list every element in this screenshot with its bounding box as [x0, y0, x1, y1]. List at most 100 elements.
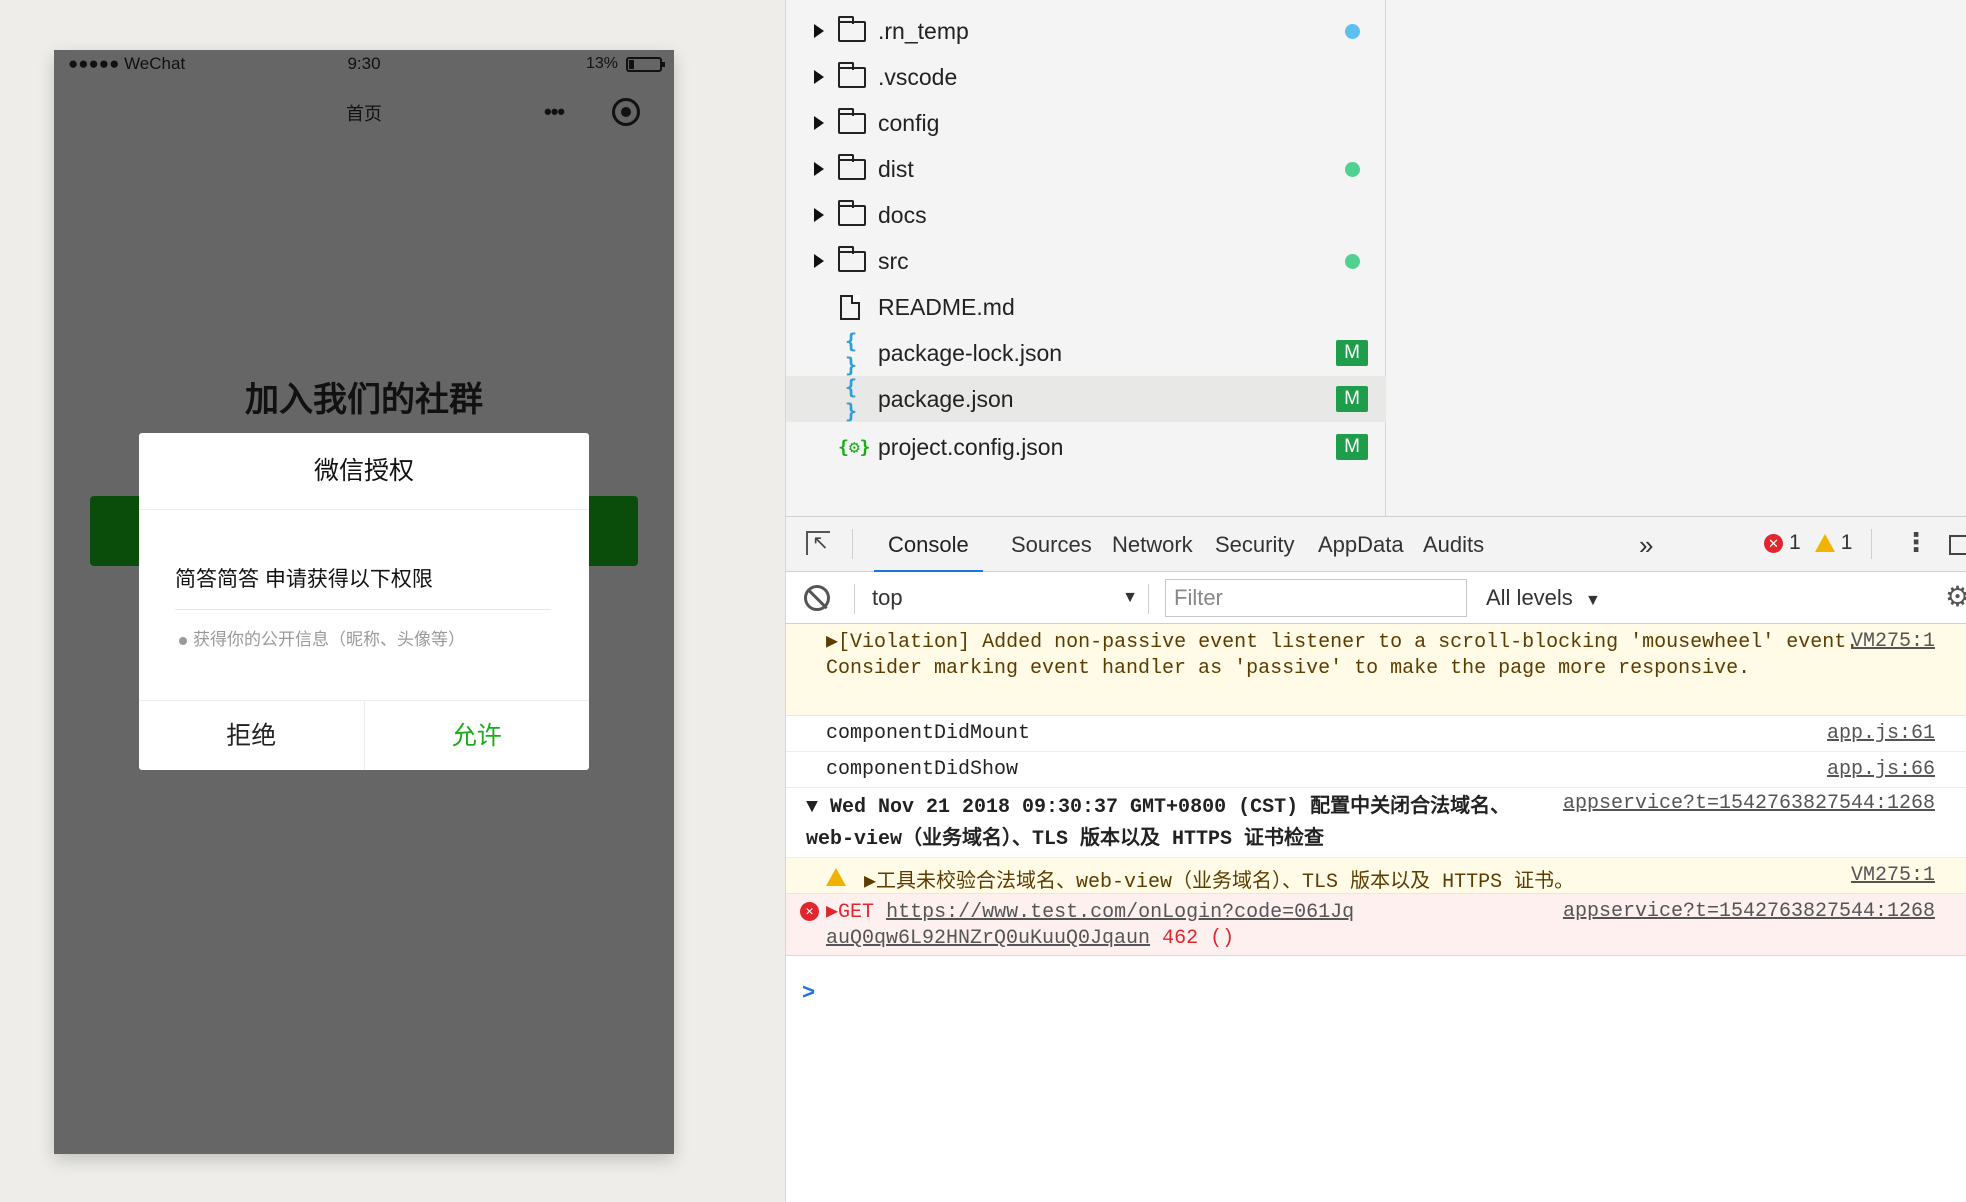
modified-badge: M — [1336, 434, 1368, 460]
file-tree-item[interactable]: .vscode — [786, 54, 1386, 100]
expand-arrow-icon[interactable] — [814, 254, 824, 268]
expand-arrow-icon[interactable] — [814, 208, 824, 222]
json-file-icon: { } — [844, 375, 858, 423]
file-tree-item[interactable]: docs — [786, 192, 1386, 238]
message-text: ▶[Violation] Added non-passive event lis… — [826, 631, 1871, 680]
battery-icon — [626, 56, 665, 72]
source-link[interactable]: VM275:1 — [1851, 864, 1935, 887]
clear-console-icon[interactable] — [804, 585, 830, 611]
json-file-icon: { } — [844, 329, 858, 377]
file-name: project.config.json — [878, 433, 1064, 460]
source-link[interactable]: app.js:61 — [1827, 722, 1935, 745]
tab-security[interactable]: Security — [1215, 517, 1294, 573]
console-message[interactable]: ✕ ▶GET https://www.test.com/onLogin?code=… — [786, 894, 1966, 956]
source-link[interactable]: VM275:1 — [1851, 630, 1935, 653]
tab-console[interactable]: Console — [874, 517, 983, 573]
tab-appdata[interactable]: AppData — [1318, 517, 1404, 573]
file-name: src — [878, 247, 909, 274]
expand-arrow-icon[interactable] — [814, 116, 824, 130]
git-status-dot — [1345, 23, 1360, 39]
devtools-tab-bar: Console Sources Network Security AppData Audi… — [786, 516, 1966, 573]
bullet-icon — [179, 636, 187, 645]
file-tree-item[interactable]: src — [786, 238, 1386, 284]
console-messages: > ▶[Violation] Added non-passive event l… — [786, 624, 1966, 1202]
more-icon[interactable]: ••• — [544, 101, 565, 123]
wechat-simulator: ●●●●● WeChat 9:30 13% 首页 ••• 加入我们的社群 微信授… — [54, 50, 674, 1154]
inspect-element-icon[interactable] — [806, 531, 830, 555]
file-tree-item[interactable]: dist — [786, 146, 1386, 192]
auth-dialog: 微信授权 简答简答 申请获得以下权限 获得你的公开信息（昵称、头像等） 拒绝 允… — [139, 433, 589, 770]
file-name: package-lock.json — [878, 339, 1063, 366]
console-toolbar: top ▼ All levels ▼ ⚙ — [786, 572, 1966, 624]
filter-input[interactable] — [1165, 579, 1467, 617]
console-message[interactable]: componentDidShow app.js:66 — [786, 752, 1966, 788]
folder-icon — [838, 15, 866, 42]
folder-icon — [838, 199, 866, 226]
file-name: README.md — [878, 293, 1015, 320]
chevron-down-icon: ▼ — [1122, 589, 1138, 606]
dock-side-icon[interactable] — [1949, 535, 1966, 555]
page-heading: 加入我们的社群 — [245, 381, 483, 419]
source-link[interactable]: app.js:66 — [1827, 758, 1935, 781]
expand-arrow-icon[interactable] — [814, 162, 824, 176]
console-prompt-icon[interactable]: > — [802, 981, 815, 1006]
toolbar-divider — [852, 529, 853, 559]
nav-title: 首页 — [346, 104, 382, 124]
status-time: 9:30 — [347, 54, 381, 73]
file-tree-item[interactable]: {⚙} project.config.json M — [786, 424, 1386, 470]
context-select[interactable]: top ▼ — [872, 580, 1152, 616]
tab-sources[interactable]: Sources — [1011, 517, 1092, 573]
file-tree-item[interactable]: { } package.json M — [786, 375, 1386, 423]
status-bar: ●●●●● WeChat 9:30 13% — [54, 50, 674, 80]
expand-arrow-icon[interactable] — [814, 70, 824, 84]
modified-badge: M — [1336, 386, 1368, 412]
allow-button[interactable]: 允许 — [365, 701, 590, 770]
kebab-menu-icon[interactable]: ⋮ — [1903, 527, 1929, 557]
permission-text: 获得你的公开信息（昵称、头像等） — [193, 630, 465, 649]
file-name: dist — [878, 155, 914, 182]
modified-badge: M — [1336, 340, 1368, 366]
nav-bar: 首页 ••• — [54, 90, 674, 136]
request-method: ▶GET — [826, 901, 887, 924]
request-url-link[interactable]: https://www.test.com/onLogin?code=061Jqa… — [826, 901, 1354, 950]
file-tree-item[interactable]: config — [786, 100, 1386, 146]
more-tabs-icon[interactable]: » — [1639, 530, 1653, 561]
dialog-title: 微信授权 — [139, 433, 589, 510]
error-icon: ✕ — [1764, 533, 1783, 553]
git-status-dot — [1345, 161, 1360, 177]
console-message[interactable]: componentDidMount app.js:61 — [786, 716, 1966, 752]
file-tree-item[interactable]: .rn_temp — [786, 8, 1386, 54]
folder-icon — [838, 245, 866, 272]
toolbar-divider — [1871, 529, 1872, 559]
expand-arrow-icon[interactable] — [814, 24, 824, 38]
source-link[interactable]: appservice?t=1542763827544:1268 — [1563, 792, 1935, 815]
levels-value: All levels — [1486, 585, 1573, 610]
tab-audits[interactable]: Audits — [1423, 517, 1484, 573]
file-tree-item[interactable]: { } package-lock.json M — [786, 329, 1386, 377]
response-status: 462 () — [1150, 927, 1235, 950]
warning-icon — [826, 868, 846, 886]
gear-icon[interactable]: ⚙ — [1945, 580, 1966, 613]
file-name: config — [878, 109, 940, 136]
issue-counters[interactable]: ✕ 1 1 — [1764, 531, 1852, 555]
battery-indicator: 13% — [585, 55, 665, 73]
capsule-close-icon[interactable] — [612, 98, 640, 126]
log-levels-select[interactable]: All levels ▼ — [1486, 580, 1601, 619]
battery-percent: 13% — [585, 55, 618, 72]
toolbar-divider — [1148, 584, 1149, 614]
reject-button[interactable]: 拒绝 — [139, 701, 365, 770]
dialog-permission: 获得你的公开信息（昵称、头像等） — [179, 625, 465, 650]
console-message[interactable]: ▶工具未校验合法域名、web-view（业务域名）、TLS 版本以及 HTTPS… — [786, 858, 1966, 894]
toolbar-divider — [854, 584, 855, 614]
warning-count: 1 — [1840, 531, 1853, 554]
file-tree: .rn_temp .vscode config dist docs src README.m… — [786, 0, 1386, 516]
file-tree-item[interactable]: README.md — [786, 284, 1386, 330]
tab-network[interactable]: Network — [1112, 517, 1193, 573]
ide-panel: .rn_temp .vscode config dist docs src README.m… — [785, 0, 1966, 1202]
console-message[interactable]: ▶[Violation] Added non-passive event lis… — [786, 624, 1966, 716]
console-message[interactable]: ▼ Wed Nov 21 2018 09:30:37 GMT+0800 (CST… — [786, 788, 1966, 858]
message-text: componentDidMount — [826, 722, 1031, 745]
file-name: .rn_temp — [878, 17, 969, 44]
message-text: componentDidShow — [826, 758, 1019, 781]
source-link[interactable]: appservice?t=1542763827544:1268 — [1563, 900, 1935, 923]
